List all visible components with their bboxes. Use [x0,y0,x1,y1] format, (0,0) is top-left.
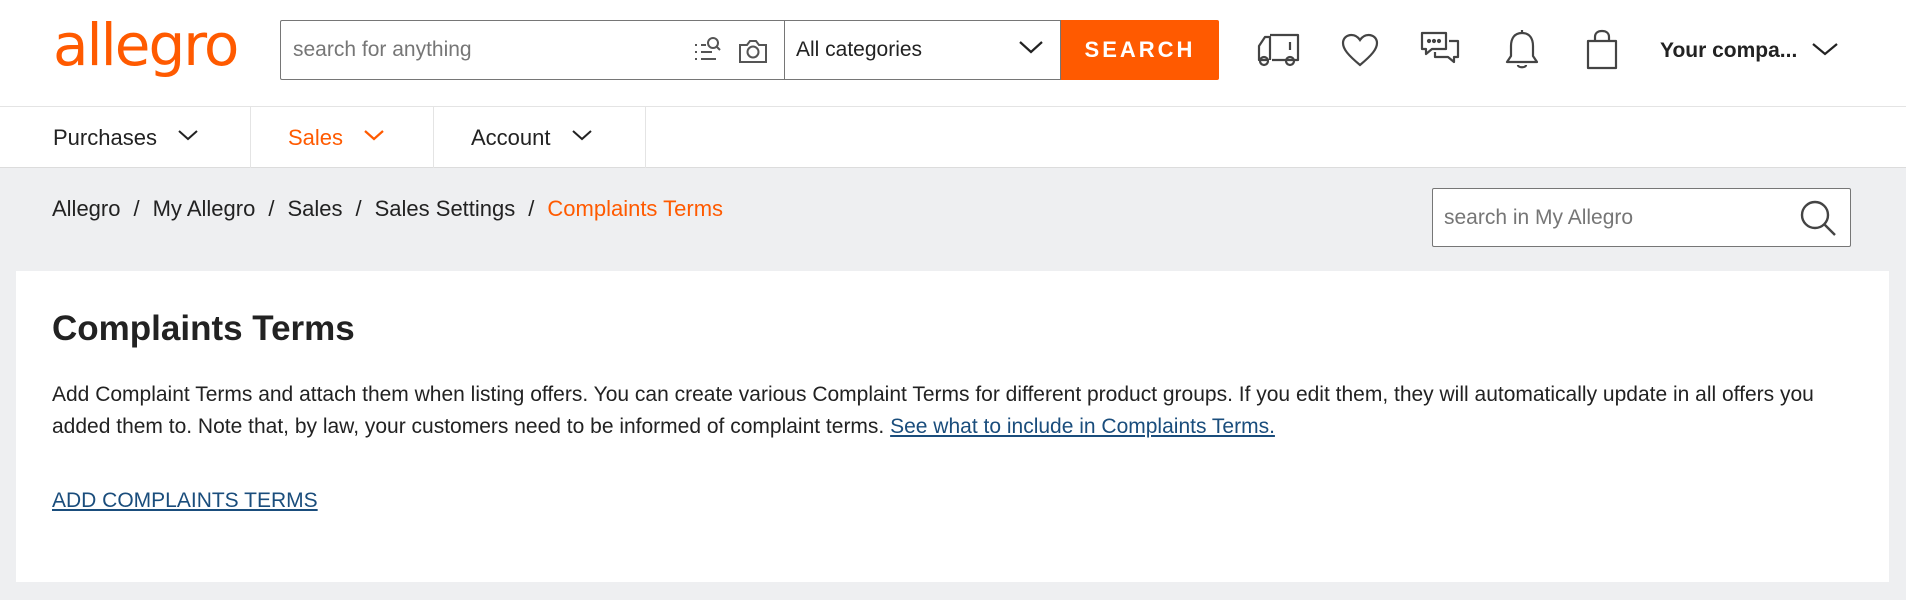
chevron-down-icon [571,128,593,147]
complaints-terms-info-link[interactable]: See what to include in Complaints Terms. [890,415,1275,438]
my-allegro-search-box [1432,188,1851,247]
camera-icon[interactable] [735,33,771,69]
tab-label: Account [471,124,551,150]
shopping-bag-icon[interactable] [1576,24,1628,76]
search-input[interactable] [293,21,683,79]
chevron-down-icon [1811,41,1839,62]
complaints-terms-card: Complaints Terms Add Complaint Terms and… [16,271,1889,582]
heart-icon[interactable] [1334,24,1386,76]
tab-account[interactable]: Account [434,107,646,168]
main-nav: Purchases Sales Account [0,107,1906,168]
page-title: Complaints Terms [52,309,355,348]
breadcrumb: Allegro / My Allegro / Sales / Sales Set… [52,196,723,222]
breadcrumb-item[interactable]: Sales [287,196,342,222]
breadcrumb-separator: / [133,196,140,221]
page-description: Add Complaint Terms and attach them when… [52,379,1852,443]
category-select[interactable]: All categories [784,20,1061,80]
top-header: allegro All categories SEARCH [0,0,1906,107]
search-icon[interactable] [1798,198,1838,243]
tab-purchases[interactable]: Purchases [16,107,251,168]
account-menu[interactable]: Your compa... [1660,30,1839,72]
search-filter-icon[interactable] [689,33,725,69]
account-label: Your compa... [1660,39,1798,62]
bell-icon[interactable] [1496,24,1548,76]
chevron-down-icon [177,128,199,147]
search-button[interactable]: SEARCH [1061,20,1219,80]
breadcrumb-separator: / [528,196,535,221]
tab-label: Purchases [53,124,157,150]
my-allegro-search-input[interactable] [1444,189,1784,246]
breadcrumb-separator: / [355,196,362,221]
breadcrumb-item[interactable]: Sales Settings [375,196,516,222]
chevron-down-icon [1018,39,1044,60]
category-selected-label: All categories [796,38,923,61]
chevron-down-icon [363,128,385,147]
tab-label: Sales [288,124,344,150]
add-complaints-terms-link[interactable]: ADD COMPLAINTS TERMS [52,489,318,513]
allegro-logo[interactable]: allegro [53,15,239,87]
breadcrumb-current: Complaints Terms [547,196,724,221]
tab-sales[interactable]: Sales [251,107,434,168]
page-background-strip [0,582,1906,600]
breadcrumb-item[interactable]: My Allegro [153,196,256,222]
breadcrumb-separator: / [268,196,275,221]
breadcrumb-item[interactable]: Allegro [52,196,120,222]
search-box [280,20,784,80]
messages-icon[interactable] [1414,24,1466,76]
delivery-truck-icon[interactable] [1252,24,1304,76]
